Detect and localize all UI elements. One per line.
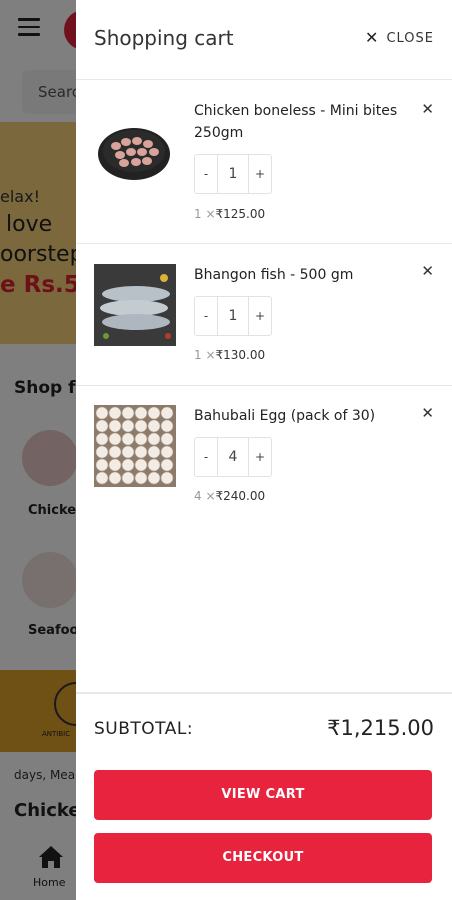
fish-image xyxy=(94,264,176,346)
quantity-stepper: - 1 + xyxy=(194,296,272,336)
item-name[interactable]: Bhangon fish - 500 gm xyxy=(194,264,409,286)
increase-button[interactable]: + xyxy=(249,297,271,335)
close-label: CLOSE xyxy=(386,30,434,46)
item-price: 4 ×₹240.00 xyxy=(194,489,265,503)
quantity-multiplier: 4 × xyxy=(194,489,216,503)
decrease-button[interactable]: - xyxy=(195,155,217,193)
item-name[interactable]: Chicken boneless - Mini bites 250gm xyxy=(194,100,409,144)
drawer-header: Shopping cart ✕ CLOSE xyxy=(76,0,452,80)
quantity-input[interactable]: 1 xyxy=(217,155,249,193)
checkout-button[interactable]: CHECKOUT xyxy=(94,833,432,883)
remove-item-icon[interactable]: ✕ xyxy=(421,262,434,280)
item-price: 1 ×₹125.00 xyxy=(194,207,265,221)
subtotal-label: SUBTOTAL: xyxy=(94,719,194,739)
subtotal-value: ₹1,215.00 xyxy=(327,716,434,740)
unit-price: ₹130.00 xyxy=(215,348,266,362)
cart-item: Bahubali Egg (pack of 30) ✕ - 4 + 4 ×₹24… xyxy=(76,386,452,526)
cart-drawer: Shopping cart ✕ CLOSE Chicken boneless -… xyxy=(76,0,452,900)
close-icon: ✕ xyxy=(365,28,379,47)
quantity-stepper: - 1 + xyxy=(194,154,272,194)
cart-item: Bhangon fish - 500 gm ✕ - 1 + 1 ×₹130.00 xyxy=(76,244,452,386)
item-price: 1 ×₹130.00 xyxy=(194,348,265,362)
quantity-multiplier: 1 × xyxy=(194,207,216,221)
increase-button[interactable]: + xyxy=(249,155,271,193)
drawer-title: Shopping cart xyxy=(94,26,234,50)
decrease-button[interactable]: - xyxy=(195,297,217,335)
quantity-input[interactable]: 4 xyxy=(217,438,249,476)
increase-button[interactable]: + xyxy=(249,438,271,476)
subtotal-row: SUBTOTAL: ₹1,215.00 xyxy=(76,692,452,766)
cart-item: Chicken boneless - Mini bites 250gm ✕ - … xyxy=(76,80,452,244)
close-button[interactable]: ✕ CLOSE xyxy=(365,30,434,46)
unit-price: ₹125.00 xyxy=(215,207,266,221)
item-name[interactable]: Bahubali Egg (pack of 30) xyxy=(194,405,409,427)
unit-price: ₹240.00 xyxy=(215,489,266,503)
view-cart-button[interactable]: VIEW CART xyxy=(94,770,432,820)
chicken-bites-image xyxy=(94,108,176,190)
quantity-multiplier: 1 × xyxy=(194,348,216,362)
quantity-input[interactable]: 1 xyxy=(217,297,249,335)
decrease-button[interactable]: - xyxy=(195,438,217,476)
quantity-stepper: - 4 + xyxy=(194,437,272,477)
remove-item-icon[interactable]: ✕ xyxy=(421,100,434,118)
remove-item-icon[interactable]: ✕ xyxy=(421,404,434,422)
egg-tray-image xyxy=(94,405,176,487)
